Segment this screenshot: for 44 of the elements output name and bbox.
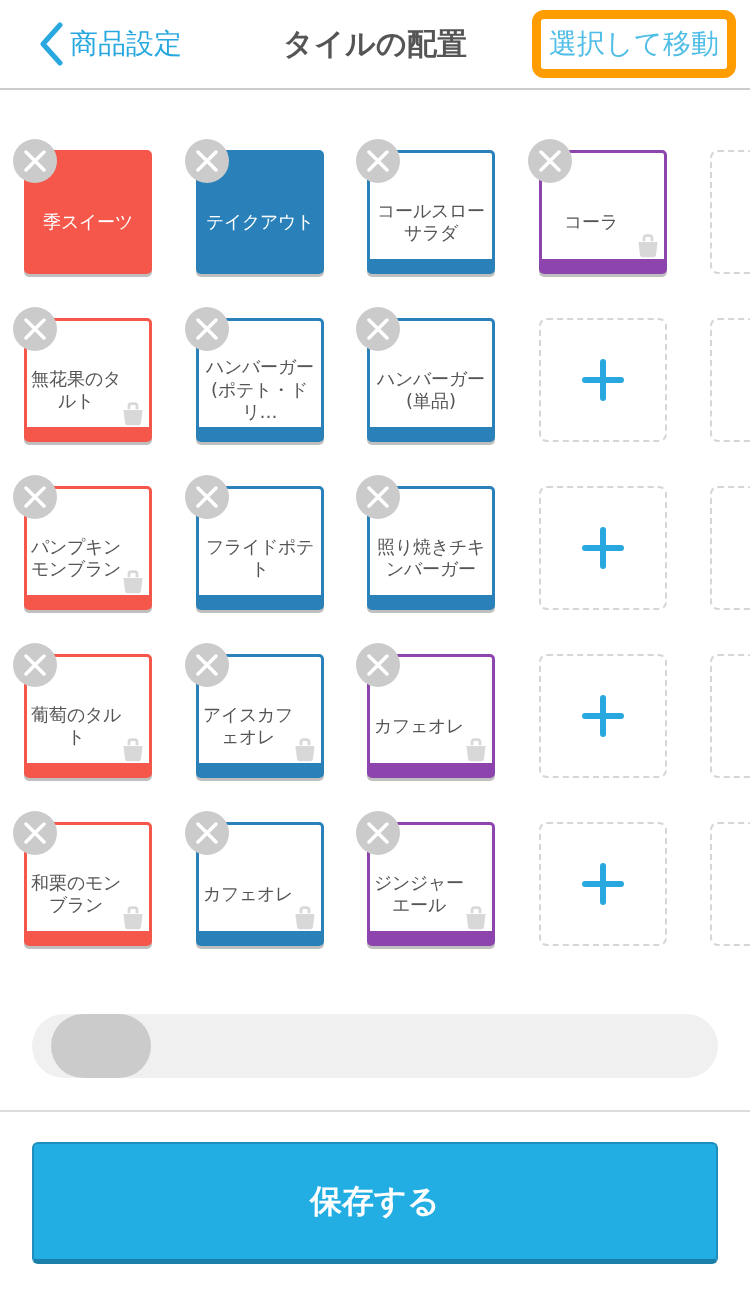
product-tile[interactable]: ハンバーガー(ポテト・ドリ… xyxy=(195,318,324,442)
add-tile-button[interactable] xyxy=(538,486,667,610)
product-tile[interactable]: コーラ xyxy=(538,150,667,274)
delete-button[interactable] xyxy=(13,139,57,183)
product-tile[interactable]: パンプキンモンブラン xyxy=(24,486,152,610)
plus-icon xyxy=(581,863,624,905)
scrollbar-thumb[interactable] xyxy=(51,1014,151,1078)
page-title: タイルの配置 xyxy=(283,25,467,61)
close-icon xyxy=(195,486,218,508)
product-tile[interactable]: 葡萄のタルト xyxy=(24,654,152,778)
product-tile[interactable]: コールスローサラダ xyxy=(367,150,495,274)
close-icon xyxy=(538,150,561,172)
close-icon xyxy=(195,318,218,340)
product-tile[interactable]: カフェオレ xyxy=(367,654,495,778)
add-tile-button[interactable] xyxy=(538,822,667,946)
plus-icon xyxy=(581,359,624,401)
product-tile[interactable]: アイスカフェオレ xyxy=(195,654,324,778)
product-tile[interactable]: 照り焼きチキンバーガー xyxy=(367,486,495,610)
chevron-left-icon xyxy=(38,22,64,66)
add-tile-button[interactable] xyxy=(538,654,667,778)
close-icon xyxy=(367,318,389,340)
product-tile[interactable]: カフェオレ xyxy=(195,822,324,946)
product-tile[interactable]: フライドポテト xyxy=(195,486,324,610)
product-tile[interactable]: ジンジャーエール xyxy=(367,822,495,946)
plus-icon xyxy=(581,527,624,569)
close-icon xyxy=(195,822,218,844)
close-icon xyxy=(195,150,218,172)
close-icon xyxy=(367,822,389,844)
close-icon xyxy=(24,822,46,844)
close-icon xyxy=(24,318,46,340)
product-tile[interactable]: ハンバーガー(単品) xyxy=(367,318,495,442)
close-icon xyxy=(195,654,218,676)
close-icon xyxy=(367,150,389,172)
close-icon xyxy=(367,486,389,508)
close-icon xyxy=(24,150,46,172)
plus-icon xyxy=(581,695,624,737)
product-tile[interactable]: 和栗のモンブラン xyxy=(24,822,152,946)
product-tile[interactable]: 無花果のタルト xyxy=(24,318,152,442)
delete-button[interactable] xyxy=(184,139,229,183)
add-tile-button[interactable] xyxy=(538,318,667,442)
close-icon xyxy=(367,654,389,676)
close-icon xyxy=(24,486,46,508)
category-tile[interactable]: テイクアウト xyxy=(195,150,324,274)
close-icon xyxy=(24,654,46,676)
